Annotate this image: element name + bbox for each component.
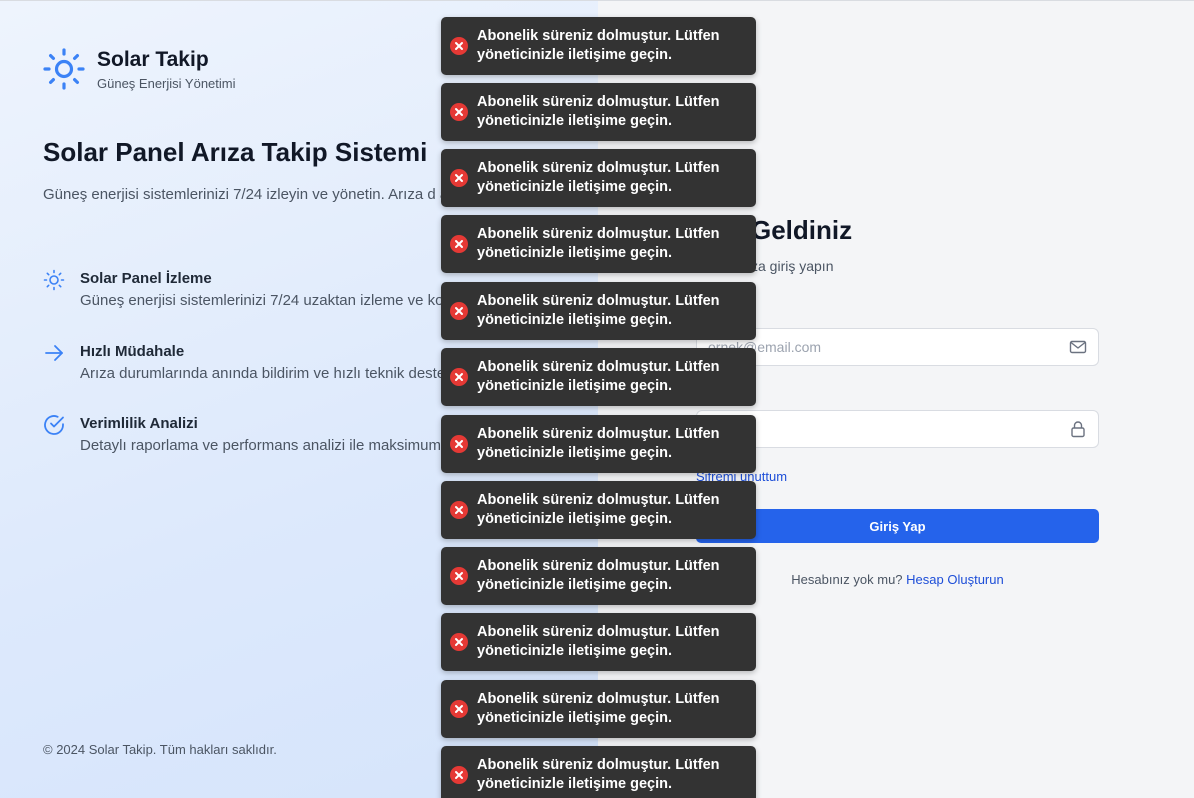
toast-message: Abonelik süreniz dolmuştur. Lütfen yönet…: [477, 359, 720, 394]
welcome-title: Geldiniz: [751, 215, 853, 245]
error-toast[interactable]: Abonelik süreniz dolmuştur. Lütfen yönet…: [441, 481, 756, 539]
error-icon: [450, 501, 468, 519]
error-icon: [450, 700, 468, 718]
error-icon: [450, 766, 468, 784]
feature-title: Solar Panel İzleme: [80, 270, 212, 287]
error-icon: [450, 235, 468, 253]
feature-description: Arıza durumlarında anında bildirim ve hı…: [80, 365, 446, 382]
hero-title: Solar Panel Arıza Takip Sistemi: [43, 137, 428, 167]
feature-efficiency: Verimlilik Analizi Detaylı raporlama ve …: [43, 414, 441, 456]
login-button[interactable]: Giriş Yap: [696, 509, 1099, 543]
error-icon: [450, 169, 468, 187]
toast-message: Abonelik süreniz dolmuştur. Lütfen yönet…: [477, 226, 720, 261]
arrow-right-icon: [45, 345, 63, 361]
error-icon: [450, 302, 468, 320]
no-account-text: Hesabınız yok mu?: [791, 572, 903, 587]
error-icon: [450, 37, 468, 55]
toast-message: Abonelik süreniz dolmuştur. Lütfen yönet…: [477, 691, 720, 726]
feature-title: Verimlilik Analizi: [80, 415, 198, 432]
error-toast[interactable]: Abonelik süreniz dolmuştur. Lütfen yönet…: [441, 680, 756, 738]
feature-monitoring: Solar Panel İzleme Güneş enerjisi sistem…: [43, 269, 444, 311]
mail-icon: [1069, 340, 1087, 354]
error-icon: [450, 103, 468, 121]
feature-description: Güneş enerjisi sistemlerinizi 7/24 uzakt…: [80, 292, 444, 309]
sun-logo-icon: [43, 48, 85, 90]
brand-subtitle: Güneş Enerjisi Yönetimi: [97, 76, 236, 91]
create-account-link[interactable]: Hesap Oluşturun: [906, 572, 1004, 587]
error-toast[interactable]: Abonelik süreniz dolmuştur. Lütfen yönet…: [441, 282, 756, 340]
toast-message: Abonelik süreniz dolmuştur. Lütfen yönet…: [477, 293, 720, 328]
error-toast[interactable]: Abonelik süreniz dolmuştur. Lütfen yönet…: [441, 547, 756, 605]
feature-fast-response: Hızlı Müdahale Arıza durumlarında anında…: [43, 342, 445, 384]
feature-description: Detaylı raporlama ve performans analizi …: [80, 437, 441, 454]
toast-message: Abonelik süreniz dolmuştur. Lütfen yönet…: [477, 492, 720, 527]
brand-name: Solar Takip: [97, 48, 209, 71]
password-input[interactable]: [697, 411, 1098, 447]
email-field[interactable]: [696, 328, 1099, 366]
toast-message: Abonelik süreniz dolmuştur. Lütfen yönet…: [477, 160, 720, 195]
error-toast[interactable]: Abonelik süreniz dolmuştur. Lütfen yönet…: [441, 149, 756, 207]
email-input[interactable]: [697, 329, 1098, 365]
error-icon: [450, 633, 468, 651]
error-toast[interactable]: Abonelik süreniz dolmuştur. Lütfen yönet…: [441, 415, 756, 473]
sun-icon: [43, 269, 65, 291]
copyright: © 2024 Solar Takip. Tüm hakları saklıdır…: [43, 742, 277, 757]
toast-message: Abonelik süreniz dolmuştur. Lütfen yönet…: [477, 426, 720, 461]
brand-logo: Solar Takip Güneş Enerjisi Yönetimi: [43, 47, 236, 91]
toast-message: Abonelik süreniz dolmuştur. Lütfen yönet…: [477, 558, 720, 593]
password-field[interactable]: [696, 410, 1099, 448]
error-toast[interactable]: Abonelik süreniz dolmuştur. Lütfen yönet…: [441, 613, 756, 671]
error-toast[interactable]: Abonelik süreniz dolmuştur. Lütfen yönet…: [441, 348, 756, 406]
check-circle-icon: [44, 415, 64, 435]
error-toast[interactable]: Abonelik süreniz dolmuştur. Lütfen yönet…: [441, 746, 756, 798]
error-icon: [450, 368, 468, 386]
error-toast[interactable]: Abonelik süreniz dolmuştur. Lütfen yönet…: [441, 83, 756, 141]
lock-icon: [1071, 421, 1085, 438]
toast-message: Abonelik süreniz dolmuştur. Lütfen yönet…: [477, 28, 720, 63]
error-toast[interactable]: Abonelik süreniz dolmuştur. Lütfen yönet…: [441, 215, 756, 273]
error-toast[interactable]: Abonelik süreniz dolmuştur. Lütfen yönet…: [441, 17, 756, 75]
welcome-subtitle: za giriş yapın: [751, 258, 834, 274]
feature-title: Hızlı Müdahale: [80, 343, 185, 360]
toast-message: Abonelik süreniz dolmuştur. Lütfen yönet…: [477, 624, 720, 659]
error-icon: [450, 567, 468, 585]
error-icon: [450, 435, 468, 453]
toast-message: Abonelik süreniz dolmuştur. Lütfen yönet…: [477, 94, 720, 129]
signup-prompt: Hesabınız yok mu? Hesap Oluşturun: [696, 572, 1099, 587]
toast-message: Abonelik süreniz dolmuştur. Lütfen yönet…: [477, 757, 720, 792]
